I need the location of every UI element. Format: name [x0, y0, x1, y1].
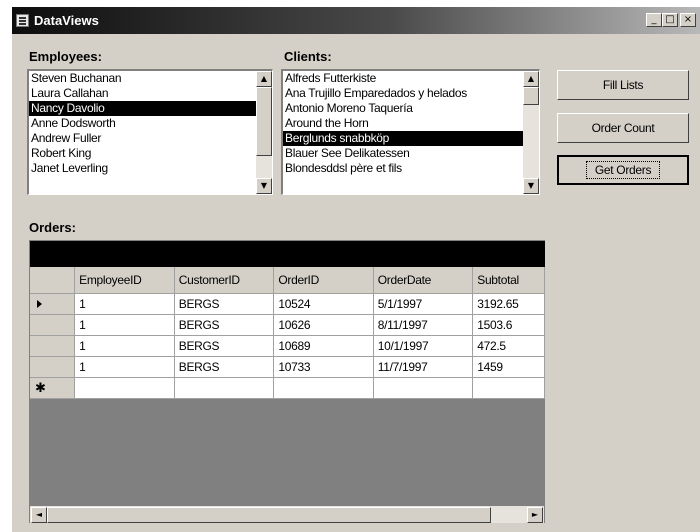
orders-label: Orders:: [29, 220, 76, 235]
table-cell[interactable]: 10524: [273, 293, 374, 315]
column-header[interactable]: CustomerID: [174, 267, 275, 294]
scroll-up-arrow-icon[interactable]: ▲: [523, 71, 539, 87]
current-row-arrow-icon: [37, 299, 42, 308]
column-header[interactable]: Subtotal: [472, 267, 545, 294]
horizontal-scroll-thumb[interactable]: [47, 507, 491, 523]
table-cell[interactable]: [472, 377, 545, 399]
fill-lists-button[interactable]: Fill Lists: [557, 70, 689, 100]
app-icon[interactable]: [16, 14, 29, 27]
list-item[interactable]: Laura Callahan: [29, 86, 257, 101]
list-item[interactable]: Steven Buchanan: [29, 71, 257, 86]
new-row[interactable]: ✱: [30, 377, 545, 399]
list-item[interactable]: Ana Trujillo Emparedados y helados: [283, 86, 524, 101]
table-cell[interactable]: 1: [74, 293, 175, 315]
table-cell[interactable]: 3192.65: [472, 293, 545, 315]
table-cell[interactable]: BERGS: [174, 314, 275, 336]
scroll-thumb[interactable]: [256, 87, 272, 156]
employees-vertical-scrollbar[interactable]: ▲ ▼: [256, 71, 272, 194]
list-item[interactable]: Janet Leverling: [29, 161, 257, 176]
table-cell[interactable]: BERGS: [174, 335, 275, 357]
row-header[interactable]: [30, 314, 76, 336]
table-cell[interactable]: 1: [74, 314, 175, 336]
list-item[interactable]: Alfreds Futterkiste: [283, 71, 524, 86]
table-cell[interactable]: 8/11/1997: [373, 314, 474, 336]
list-item[interactable]: Nancy Davolio: [29, 101, 257, 116]
table-row[interactable]: 1 BERGS 10626 8/11/1997 1503.6: [30, 314, 545, 336]
table-row[interactable]: 1 BERGS 10524 5/1/1997 3192.65: [30, 293, 545, 315]
table-cell[interactable]: 11/7/1997: [373, 356, 474, 378]
scroll-down-arrow-icon[interactable]: ▼: [256, 178, 272, 194]
list-item[interactable]: Around the Horn: [283, 116, 524, 131]
window-title: DataViews: [34, 13, 99, 28]
list-item[interactable]: Andrew Fuller: [29, 131, 257, 146]
column-header[interactable]: EmployeeID: [74, 267, 175, 294]
table-cell[interactable]: [74, 377, 175, 399]
table-cell[interactable]: 10733: [273, 356, 374, 378]
list-item[interactable]: Antonio Moreno Taquería: [283, 101, 524, 116]
table-cell[interactable]: 1503.6: [472, 314, 545, 336]
maximize-button[interactable]: □: [662, 13, 678, 27]
table-cell[interactable]: 5/1/1997: [373, 293, 474, 315]
row-header[interactable]: [30, 356, 76, 378]
row-header-corner: [30, 267, 76, 294]
table-row[interactable]: 1 BERGS 10689 10/1/1997 472.5: [30, 335, 545, 357]
order-count-button[interactable]: Order Count: [557, 113, 689, 143]
column-header[interactable]: OrderDate: [373, 267, 474, 294]
orders-table[interactable]: EmployeeID CustomerID OrderID OrderDate Subt…: [30, 267, 545, 399]
minimize-button[interactable]: _: [646, 13, 662, 27]
employees-label: Employees:: [29, 49, 102, 64]
close-button[interactable]: ×: [680, 13, 696, 27]
list-item[interactable]: Berglunds snabbköp: [283, 131, 524, 146]
table-row[interactable]: 1 BERGS 10733 11/7/1997 1459: [30, 356, 545, 378]
table-cell[interactable]: 10/1/1997: [373, 335, 474, 357]
table-cell[interactable]: 1459: [472, 356, 545, 378]
new-row-header[interactable]: ✱: [30, 377, 76, 399]
scroll-left-arrow-icon[interactable]: ◄: [31, 507, 47, 523]
scroll-right-arrow-icon[interactable]: ►: [527, 507, 543, 523]
table-cell[interactable]: 10689: [273, 335, 374, 357]
scroll-up-arrow-icon[interactable]: ▲: [256, 71, 272, 87]
get-orders-label: Get Orders: [585, 161, 661, 179]
list-item[interactable]: Blauer See Delikatessen: [283, 146, 524, 161]
title-bar[interactable]: DataViews _ □ ×: [12, 7, 700, 34]
table-cell[interactable]: 1: [74, 356, 175, 378]
list-item[interactable]: Blondesddsl père et fils: [283, 161, 524, 176]
table-cell[interactable]: BERGS: [174, 356, 275, 378]
get-orders-button[interactable]: Get Orders: [557, 155, 689, 185]
column-header[interactable]: OrderID: [273, 267, 374, 294]
dataviews-window: DataViews _ □ × Employees: Clients: Stev…: [11, 6, 700, 532]
table-cell[interactable]: BERGS: [174, 293, 275, 315]
list-item[interactable]: Robert King: [29, 146, 257, 161]
clients-label: Clients:: [284, 49, 332, 64]
table-cell[interactable]: [273, 377, 374, 399]
row-header[interactable]: [30, 293, 76, 315]
row-header[interactable]: [30, 335, 76, 357]
clients-vertical-scrollbar[interactable]: ▲ ▼: [523, 71, 539, 194]
table-cell[interactable]: 472.5: [472, 335, 545, 357]
employees-listbox[interactable]: Steven Buchanan Laura Callahan Nancy Davol…: [27, 69, 273, 195]
clients-listbox[interactable]: Alfreds Futterkiste Ana Trujillo Empareda…: [281, 69, 540, 195]
table-cell[interactable]: 1: [74, 335, 175, 357]
orders-datagrid[interactable]: EmployeeID CustomerID OrderID OrderDate Subt…: [29, 240, 545, 523]
list-item[interactable]: Anne Dodsworth: [29, 116, 257, 131]
new-row-asterisk-icon: ✱: [35, 379, 46, 395]
datagrid-caption-bar: [30, 241, 545, 267]
table-cell[interactable]: [373, 377, 474, 399]
table-cell[interactable]: [174, 377, 275, 399]
table-cell[interactable]: 10626: [273, 314, 374, 336]
orders-horizontal-scrollbar[interactable]: ◄ ►: [30, 506, 544, 523]
scroll-thumb[interactable]: [523, 87, 539, 105]
scroll-down-arrow-icon[interactable]: ▼: [523, 178, 539, 194]
